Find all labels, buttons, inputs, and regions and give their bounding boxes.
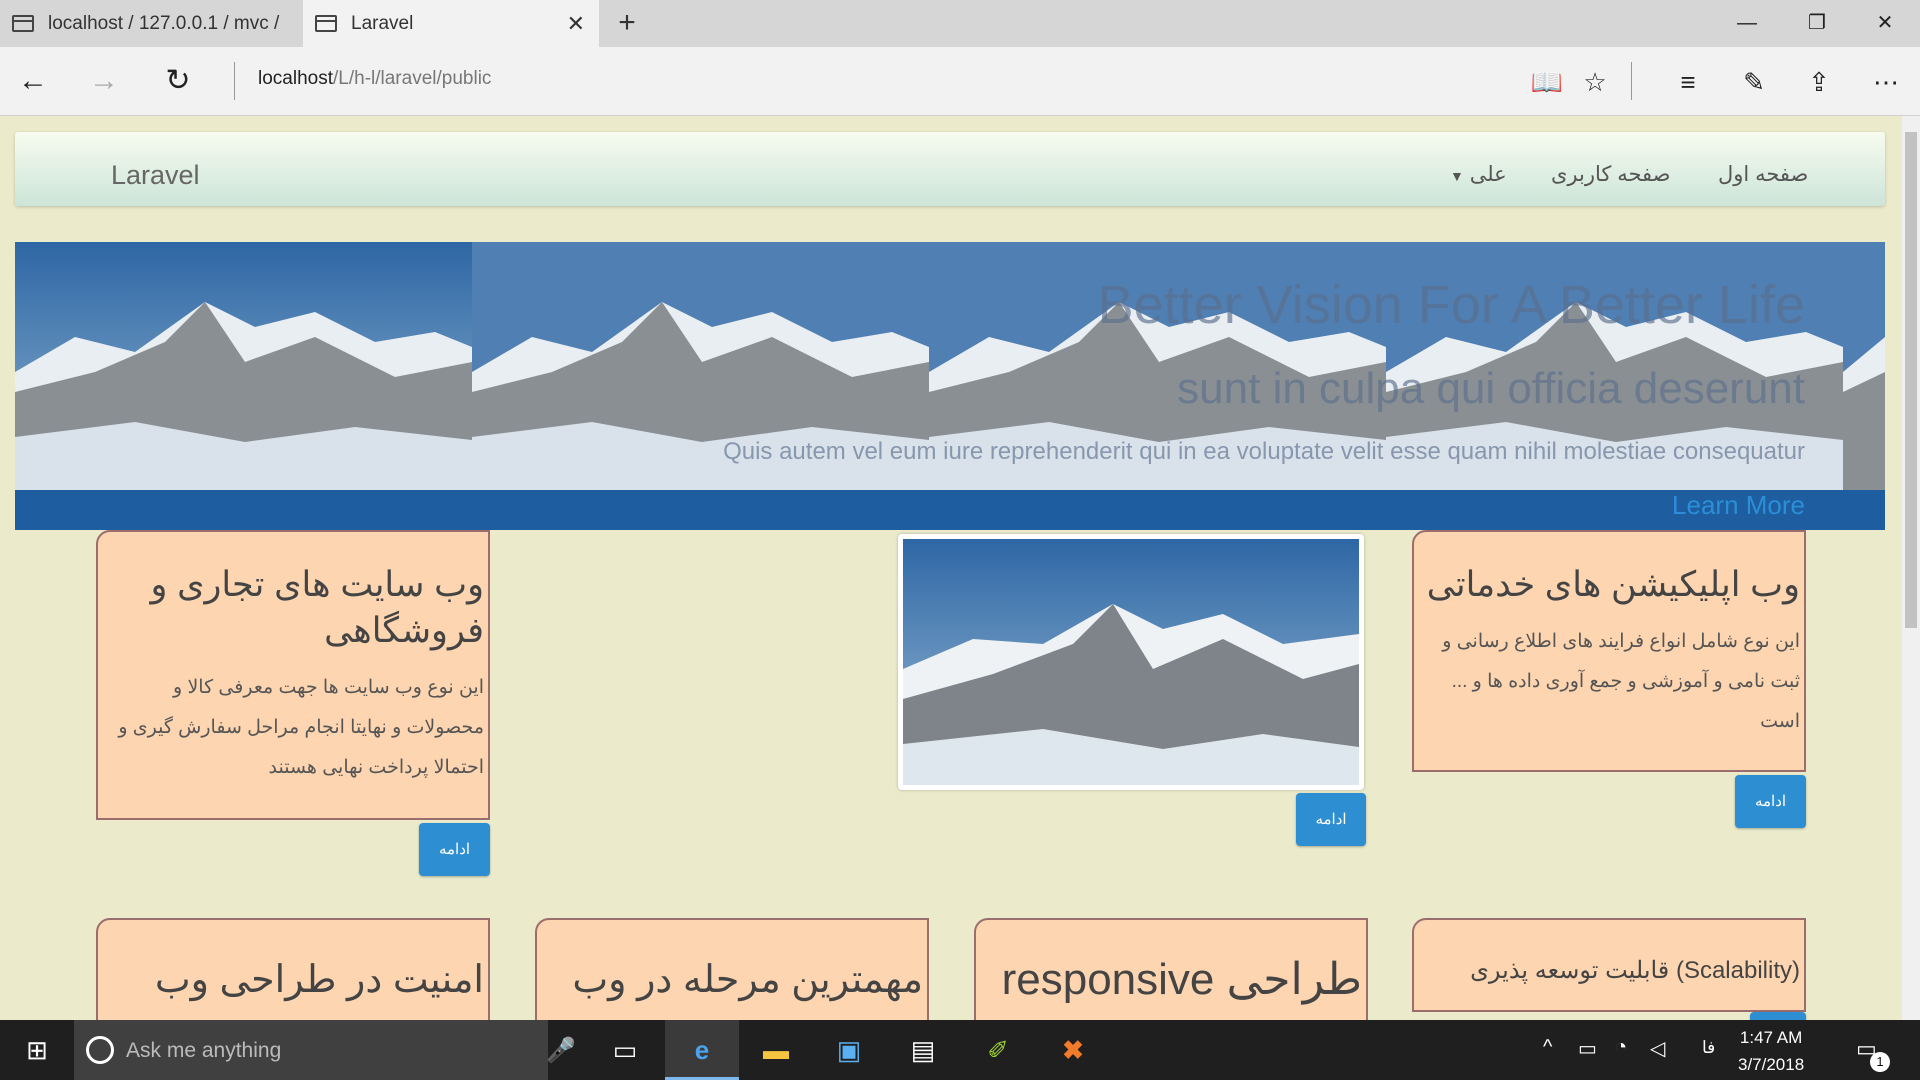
tab-title: Laravel bbox=[351, 12, 414, 34]
browser-tab-phpmyadmin[interactable]: localhost / 127.0.0.1 / mvc / bbox=[0, 0, 300, 47]
xampp-icon[interactable]: ✖ bbox=[1036, 1020, 1110, 1080]
card-service-webapps: وب اپلیکیشن های خدماتی این نوع شامل انوا… bbox=[1412, 530, 1806, 772]
restore-button[interactable]: ❐ bbox=[1782, 0, 1852, 47]
card-ecommerce: وب سایت های تجاری و فروشگاهی این نوع وب … bbox=[96, 530, 490, 820]
url-field[interactable]: localhost/L/h-l/laravel/public bbox=[258, 68, 491, 90]
continue-button[interactable]: ادامه bbox=[1296, 793, 1366, 846]
card-title: طراحی responsive bbox=[1001, 955, 1362, 1004]
edge-browser-icon[interactable]: e bbox=[665, 1020, 739, 1080]
refresh-button[interactable]: ↻ bbox=[155, 58, 201, 104]
task-view-icon[interactable]: ▭ bbox=[588, 1020, 662, 1080]
url-path: /L/h-l/laravel/public bbox=[333, 68, 492, 89]
hero-text: Quis autem vel eum iure reprehenderit qu… bbox=[723, 438, 1805, 465]
mountain-image bbox=[15, 242, 472, 490]
card-text: این نوع شامل انواع فرایند های اطلاع رسان… bbox=[1442, 631, 1800, 732]
new-tab-button[interactable]: + bbox=[610, 6, 644, 40]
card-title: وب اپلیکیشن های خدماتی bbox=[1426, 565, 1800, 604]
microphone-icon[interactable]: 🎤 bbox=[546, 1036, 576, 1065]
web-note-icon[interactable]: ✎ bbox=[1732, 60, 1776, 104]
card-image-frame bbox=[898, 534, 1364, 790]
cortana-icon bbox=[86, 1036, 114, 1064]
site-navbar: Laravel صفحه اول صفحه کاربری ▼ علی bbox=[15, 132, 1885, 206]
caret-down-icon: ▼ bbox=[1450, 168, 1464, 184]
browser-tab-laravel[interactable]: Laravel ✕ bbox=[303, 0, 599, 47]
more-icon[interactable]: ⋯ bbox=[1864, 60, 1908, 104]
url-host: localhost bbox=[258, 68, 333, 89]
hub-icon[interactable]: ≡ bbox=[1666, 60, 1710, 104]
card-most-important-stage: مهمترین مرحله در وب bbox=[535, 918, 929, 1020]
nav-user-menu[interactable]: ▼ علی bbox=[1450, 162, 1507, 187]
web-page: Laravel صفحه اول صفحه کاربری ▼ علی Bette… bbox=[0, 116, 1920, 1020]
hero-title: Better Vision For A Better Life bbox=[1097, 275, 1805, 335]
minimize-button[interactable]: — bbox=[1712, 0, 1782, 47]
language-indicator[interactable]: فا bbox=[1702, 1038, 1715, 1058]
battery-icon[interactable]: ▭ bbox=[1578, 1036, 1597, 1061]
card-title: مهمترین مرحله در وب bbox=[572, 959, 923, 1001]
continue-button[interactable] bbox=[1750, 1012, 1806, 1020]
card-responsive-design: طراحی responsive bbox=[974, 918, 1368, 1020]
clock[interactable]: 1:47 AM 3/7/2018 bbox=[1738, 1024, 1804, 1078]
share-icon[interactable]: ⇪ bbox=[1797, 60, 1841, 104]
site-brand[interactable]: Laravel bbox=[111, 160, 200, 191]
nav-home[interactable]: صفحه اول bbox=[1718, 162, 1808, 187]
tab-title: localhost / 127.0.0.1 / mvc / bbox=[48, 12, 280, 34]
page-icon bbox=[12, 15, 34, 32]
close-window-button[interactable]: ✕ bbox=[1850, 0, 1920, 47]
nav-user-page[interactable]: صفحه کاربری bbox=[1551, 162, 1671, 187]
windows-start-icon[interactable]: ⊞ bbox=[0, 1020, 74, 1080]
card-web-security: امنیت در طراحی وب bbox=[96, 918, 490, 1020]
divider bbox=[234, 62, 235, 100]
continue-button[interactable]: ادامه bbox=[419, 823, 490, 876]
notepad-plus-plus-icon[interactable]: ✐ bbox=[961, 1020, 1035, 1080]
forward-button[interactable]: → bbox=[81, 58, 127, 104]
file-explorer-icon[interactable]: ▬ bbox=[739, 1020, 813, 1080]
hero-carousel: Better Vision For A Better Life sunt in … bbox=[15, 242, 1885, 530]
hero-subtitle: sunt in culpa qui officia deserunt bbox=[1177, 364, 1805, 413]
clock-date: 3/7/2018 bbox=[1738, 1055, 1805, 1074]
learn-more-link[interactable]: Learn More bbox=[1672, 490, 1805, 521]
command-prompt-icon[interactable]: ▤ bbox=[886, 1020, 960, 1080]
mountain-image bbox=[1843, 242, 1885, 490]
wifi-icon[interactable]: ◔ bbox=[1615, 1036, 1627, 1059]
page-icon bbox=[315, 15, 337, 32]
reading-view-icon[interactable]: 📖 bbox=[1525, 60, 1569, 104]
card-title: امنیت در طراحی وب bbox=[154, 959, 484, 1001]
scrollbar-thumb[interactable] bbox=[1905, 132, 1917, 628]
card-text: این نوع وب سایت ها جهت معرفی کالا و محصو… bbox=[118, 677, 484, 778]
favorite-star-icon[interactable]: ☆ bbox=[1573, 60, 1617, 104]
remote-desktop-icon[interactable]: ▣ bbox=[812, 1020, 886, 1080]
volume-icon[interactable]: ◁ bbox=[1650, 1036, 1665, 1061]
back-button[interactable]: ← bbox=[10, 58, 56, 104]
continue-button[interactable]: ادامه bbox=[1735, 775, 1806, 828]
user-name: علی bbox=[1469, 163, 1507, 186]
card-title: وب سایت های تجاری و فروشگاهی bbox=[150, 565, 484, 650]
search-placeholder: Ask me anything bbox=[126, 1039, 282, 1062]
mountain-image bbox=[903, 539, 1359, 785]
divider bbox=[1631, 62, 1632, 100]
clock-time: 1:47 AM bbox=[1739, 1028, 1803, 1047]
card-scalability: (Scalability) قابلیت توسعه پذیری bbox=[1412, 918, 1806, 1012]
close-tab-icon[interactable]: ✕ bbox=[567, 11, 585, 37]
notification-badge: 1 bbox=[1870, 1052, 1890, 1072]
card-title: (Scalability) قابلیت توسعه پذیری bbox=[1470, 957, 1800, 984]
chevron-up-icon[interactable]: ^ bbox=[1543, 1036, 1552, 1059]
